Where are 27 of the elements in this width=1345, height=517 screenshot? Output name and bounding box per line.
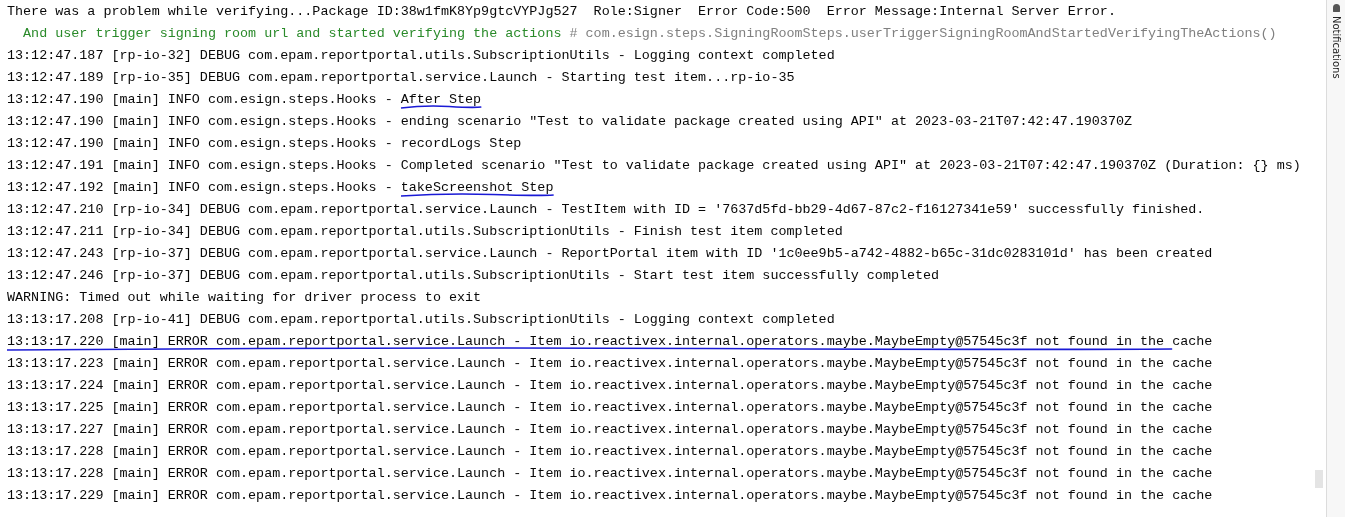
console-line: And user trigger signing room url and started verifying the actions [22, 26, 563, 41]
console-line: 13:13:17.223 [main] ERROR com.epam.reportportal.service.Launch - Item io.reactivex.internal.operators.maybe.MaybeEmpty@57545c3f not found in the cache [7, 356, 1213, 371]
bell-icon[interactable] [1332, 4, 1340, 12]
console-line: 13:12:47.190 [main] INFO com.esign.steps.Hooks - ending scenario "Test to validate package created using API" at 2023-03-21T07:42:47.190370Z [7, 114, 1132, 129]
console-line: 13:12:47.246 [rp-io-37] DEBUG com.epam.reportportal.utils.SubscriptionUtils - Start test item successfully completed [7, 268, 940, 283]
console-line: 13:13:17.229 [main] ERROR com.epam.reportportal.service.Launch - Item io.reactivex.internal.operators.maybe.MaybeEmpty@57545c3f not found in the cache [7, 488, 1213, 503]
console-line: 13:13:17.227 [main] ERROR com.epam.reportportal.service.Launch - Item io.reactivex.internal.operators.maybe.MaybeEmpty@57545c3f not found in the cache [7, 422, 1213, 437]
console-line: 13:13:17.228 [main] ERROR com.epam.reportportal.service.Launch - Item io.reactivex.internal.operators.maybe.MaybeEmpty@57545c3f not found in the cache [7, 466, 1213, 481]
console-line: 13:13:17.224 [main] ERROR com.epam.reportportal.service.Launch - Item io.reactivex.internal.operators.maybe.MaybeEmpty@57545c3f not found in the cache [7, 378, 1213, 393]
console-line: 13:12:47.191 [main] INFO com.esign.steps.Hooks - Completed scenario "Test to validate package created using API" at 2023-03-21T07:42:47.190370Z (Duration: {} ms) [7, 158, 1301, 173]
console-line: 13:13:17.220 [main] ERROR com.epam.reportportal.service.Launch - Item io.reactivex.internal.operators.maybe.MaybeEmpty@57545c3f not found in the cache [7, 334, 1213, 349]
console-line: 13:12:47.189 [rp-io-35] DEBUG com.epam.reportportal.service.Launch - Starting test item...rp-io-35 [7, 70, 795, 85]
console-line: There was a problem while verifying...Package ID:38w1fmK8Yp9gtcVYPJg527 Role:Signer Error Code:500 Error Message:Internal Server Error. [7, 4, 1116, 19]
console-line: 13:12:47.210 [rp-io-34] DEBUG com.epam.reportportal.service.Launch - TestItem with ID = '7637d5fd-bb29-4d67-87c2-f16127341e59' successfully finished. [7, 202, 1205, 217]
notifications-tab[interactable]: Notifications [1330, 16, 1342, 79]
console-line: 13:13:17.208 [rp-io-41] DEBUG com.epam.reportportal.utils.SubscriptionUtils - Logging context completed [7, 312, 835, 327]
scrollbar-thumb[interactable] [1315, 470, 1323, 488]
console-line: 13:12:47.190 [main] INFO com.esign.steps.Hooks - recordLogs Step [7, 136, 522, 151]
console-line: 13:12:47.187 [rp-io-32] DEBUG com.epam.reportportal.utils.SubscriptionUtils - Logging context completed [7, 48, 835, 63]
source-reference: # com.esign.steps.SigningRoomSteps.userTriggerSigningRoomAndStartedVerifyingTheActions() [569, 26, 1277, 41]
console-line: 13:12:47.211 [rp-io-34] DEBUG com.epam.reportportal.utils.SubscriptionUtils - Finish test item completed [7, 224, 843, 239]
console-line: WARNING: Timed out while waiting for driver process to exit [7, 290, 482, 305]
console-line: 13:12:47.190 [main] INFO com.esign.steps.Hooks - After Step [7, 92, 482, 107]
console-line: 13:13:17.228 [main] ERROR com.epam.reportportal.service.Launch - Item io.reactivex.internal.operators.maybe.MaybeEmpty@57545c3f not found in the cache [7, 444, 1213, 459]
console-line: 13:13:17.225 [main] ERROR com.epam.reportportal.service.Launch - Item io.reactivex.internal.operators.maybe.MaybeEmpty@57545c3f not found in the cache [7, 400, 1213, 415]
console-line: 13:12:47.192 [main] INFO com.esign.steps.Hooks - takeScreenshot Step [7, 180, 554, 195]
console-line: 13:12:47.243 [rp-io-37] DEBUG com.epam.reportportal.service.Launch - ReportPortal item with ID '1c0ee9b5-a742-4882-b65c-31dc0283101d' has been created [7, 246, 1213, 261]
